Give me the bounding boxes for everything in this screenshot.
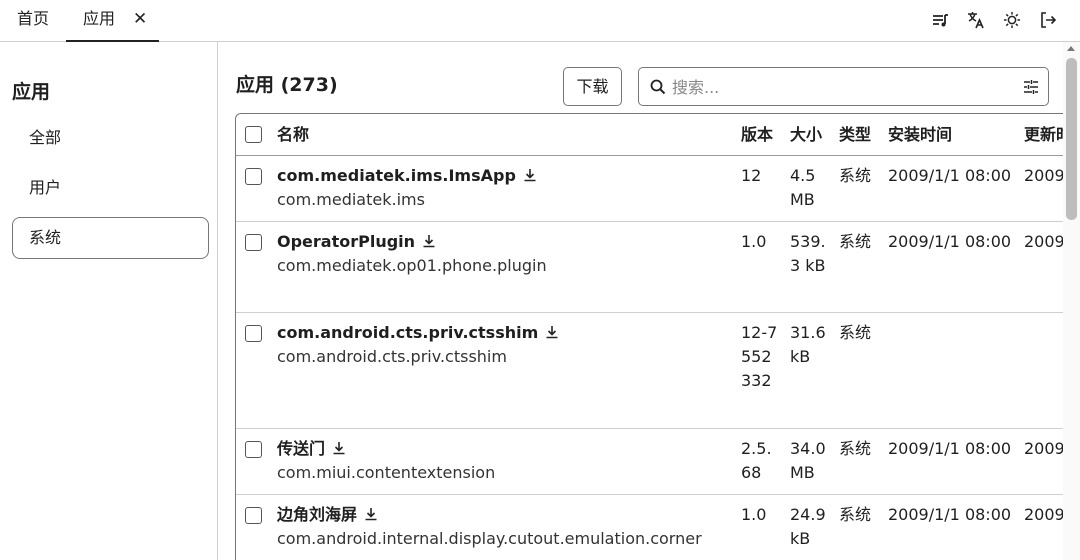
sidebar-item-system[interactable]: 系统 [12,217,209,259]
tab-apps-label: 应用 [83,9,116,28]
app-name-cell: OperatorPlugin com.mediatek.op01.phone.p… [277,230,727,278]
search-box[interactable] [638,67,1049,106]
sidebar: 应用 全部 用户 系统 [0,42,218,560]
page-title: 应用 (273) [236,74,338,96]
table-row[interactable]: com.android.cts.priv.ctsshim com.android… [236,313,1063,429]
package-name: com.android.internal.display.cutout.emul… [277,529,702,548]
type-cell: 系统 [839,323,872,342]
filter-icon[interactable] [1021,77,1041,97]
column-header-update-time[interactable]: 更新时间 [1024,123,1063,147]
install-time-cell: 2009/1/1 08:00 [888,505,1012,524]
app-name-cell: com.android.cts.priv.ctsshim com.android… [277,321,727,369]
package-name: com.miui.contentextension [277,463,496,482]
app-name: OperatorPlugin [277,232,416,251]
translate-icon[interactable] [966,10,986,30]
row-checkbox[interactable] [245,507,262,524]
search-input[interactable] [672,72,1002,102]
scrollbar-thumb[interactable] [1066,58,1077,220]
app-name: 边角刘海屏 [277,505,358,524]
size-cell: 4.5 MB [790,166,816,209]
install-time-cell: 2009/1/1 08:00 [888,232,1012,251]
type-cell: 系统 [839,439,872,458]
install-time-cell: 2009/1/1 08:00 [888,166,1012,185]
update-time-cell: 2009 [1024,232,1063,251]
tab-home[interactable]: 首页 [17,0,49,41]
app-name: com.mediatek.ims.ImsApp [277,166,516,185]
sidebar-item-all[interactable]: 全部 [12,117,209,159]
row-checkbox[interactable] [245,325,262,342]
version-cell: 1.0 [741,505,767,524]
download-icon[interactable] [523,168,537,182]
install-time-cell: 2009/1/1 08:00 [888,439,1012,458]
download-icon[interactable] [364,507,378,521]
type-cell: 系统 [839,505,872,524]
brightness-icon[interactable] [1002,10,1022,30]
sidebar-item-user[interactable]: 用户 [12,167,209,209]
select-all-checkbox[interactable] [245,126,262,143]
queue-music-icon[interactable] [930,10,950,30]
size-cell: 24.9 kB [790,505,826,548]
tab-apps[interactable]: 应用 ✕ [66,0,159,42]
size-cell: 34.0 MB [790,439,826,482]
row-checkbox[interactable] [245,441,262,458]
column-header-install-time[interactable]: 安装时间 [888,123,1018,147]
apps-table: 名称 版本 大小 类型 安装时间 更新时间 com.mediatek.ims.I… [235,113,1063,560]
app-name-cell: com.mediatek.ims.ImsApp com.mediatek.ims [277,164,727,212]
size-cell: 31.6 kB [790,323,826,366]
table-row[interactable]: com.mediatek.ims.ImsApp com.mediatek.ims… [236,156,1063,222]
app-name: com.android.cts.priv.ctsshim [277,323,539,342]
app-name-cell: 边角刘海屏 com.android.internal.display.cutou… [277,503,737,551]
package-name: com.android.cts.priv.ctsshim [277,347,507,366]
update-time-cell: 2009 [1024,439,1063,458]
update-time-cell: 2009 [1024,166,1063,185]
column-header-version[interactable]: 版本 [741,123,781,147]
package-name: com.mediatek.op01.phone.plugin [277,256,547,275]
close-icon[interactable]: ✕ [133,0,147,38]
table-header: 名称 版本 大小 类型 安装时间 更新时间 [236,114,1063,156]
column-header-size[interactable]: 大小 [790,123,830,147]
row-checkbox[interactable] [245,168,262,185]
scrollbar[interactable] [1063,42,1080,560]
version-cell: 1.0 [741,232,767,251]
top-bar: 首页 应用 ✕ [0,0,1080,42]
table-row[interactable]: 传送门 com.miui.contentextension 2.5.68 34.… [236,429,1063,495]
version-cell: 12-7552332 [741,323,778,390]
version-cell: 12 [741,166,762,185]
download-icon[interactable] [545,325,559,339]
download-button[interactable]: 下载 [563,67,622,106]
column-header-name[interactable]: 名称 [277,123,727,147]
table-row[interactable]: 边角刘海屏 com.android.internal.display.cutou… [236,495,1063,560]
download-icon[interactable] [332,441,346,455]
table-row[interactable]: OperatorPlugin com.mediatek.op01.phone.p… [236,222,1063,313]
scroll-up-arrow-icon[interactable] [1067,46,1075,51]
logout-icon[interactable] [1038,10,1058,30]
app-name: 传送门 [277,439,326,458]
size-cell: 539.3 kB [790,232,826,275]
update-time-cell: 2009 [1024,505,1063,524]
download-icon[interactable] [422,234,436,248]
sidebar-title: 应用 [12,81,51,103]
search-icon [648,77,668,97]
package-name: com.mediatek.ims [277,190,425,209]
app-name-cell: 传送门 com.miui.contentextension [277,437,727,485]
type-cell: 系统 [839,232,872,251]
row-checkbox[interactable] [245,234,262,251]
type-cell: 系统 [839,166,872,185]
column-header-type[interactable]: 类型 [839,123,884,147]
version-cell: 2.5.68 [741,439,772,482]
